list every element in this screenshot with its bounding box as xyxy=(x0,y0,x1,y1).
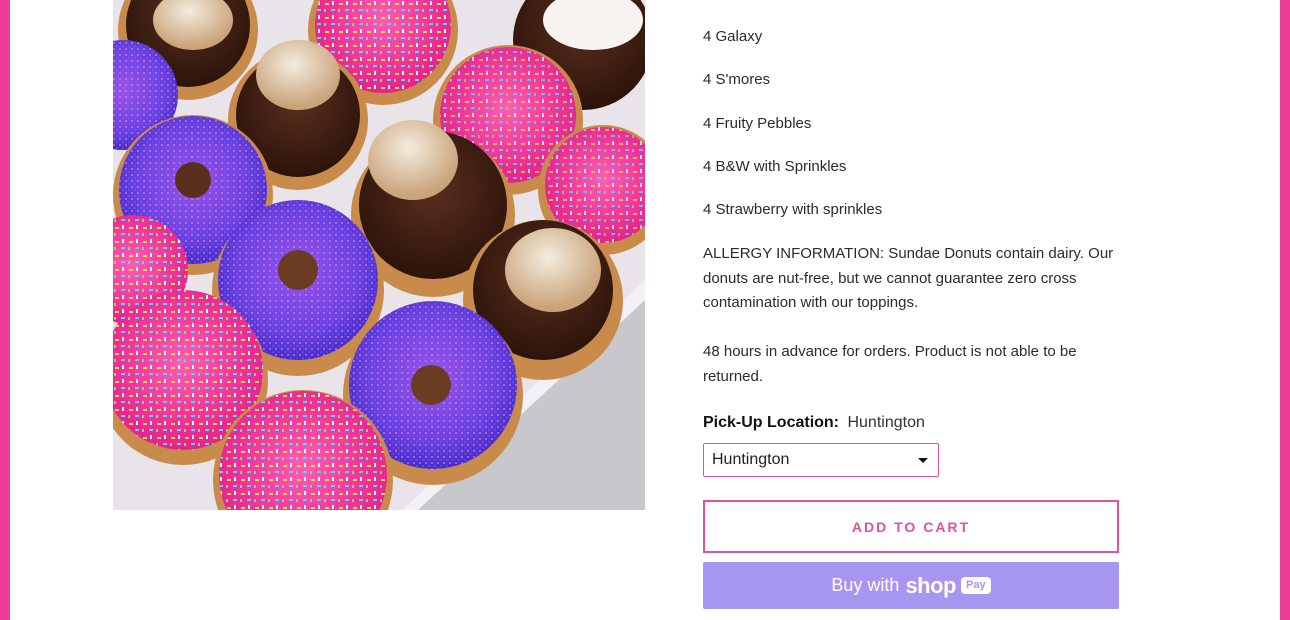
description-item: 4 Strawberry with sprinkles xyxy=(703,201,883,218)
buy-with-shop-pay-button[interactable]: Buy with shop Pay xyxy=(703,562,1119,609)
donut-photo xyxy=(113,0,645,510)
page-border-left xyxy=(0,0,10,620)
pickup-location-value: Huntington xyxy=(847,414,925,431)
description-item: 4 B&W with Sprinkles xyxy=(703,158,847,175)
add-to-cart-label: ADD TO CART xyxy=(851,518,971,535)
product-image[interactable] xyxy=(113,0,645,510)
shop-pay-logo: shop xyxy=(905,572,956,598)
allergy-information: ALLERGY INFORMATION: Sundae Donuts conta… xyxy=(703,245,1114,312)
add-to-cart-button[interactable]: ADD TO CART xyxy=(703,500,1119,553)
pay-badge: Pay xyxy=(961,577,991,594)
pickup-location-key: Pick-Up Location: xyxy=(703,414,840,431)
description-item: 4 Fruity Pebbles xyxy=(703,115,812,132)
description-item: 4 S'mores xyxy=(703,71,771,88)
pickup-location-select[interactable]: Huntington xyxy=(703,443,939,477)
order-notice: 48 hours in advance for orders. Product … xyxy=(703,343,1077,385)
buy-with-label: Buy with xyxy=(831,575,900,595)
page-border-right xyxy=(1280,0,1290,620)
pickup-location-label: Pick-Up Location: Huntington xyxy=(703,413,925,433)
description-item: 4 Galaxy xyxy=(703,28,763,45)
chevron-down-icon xyxy=(918,458,928,463)
pickup-location-select-value: Huntington xyxy=(712,451,790,468)
